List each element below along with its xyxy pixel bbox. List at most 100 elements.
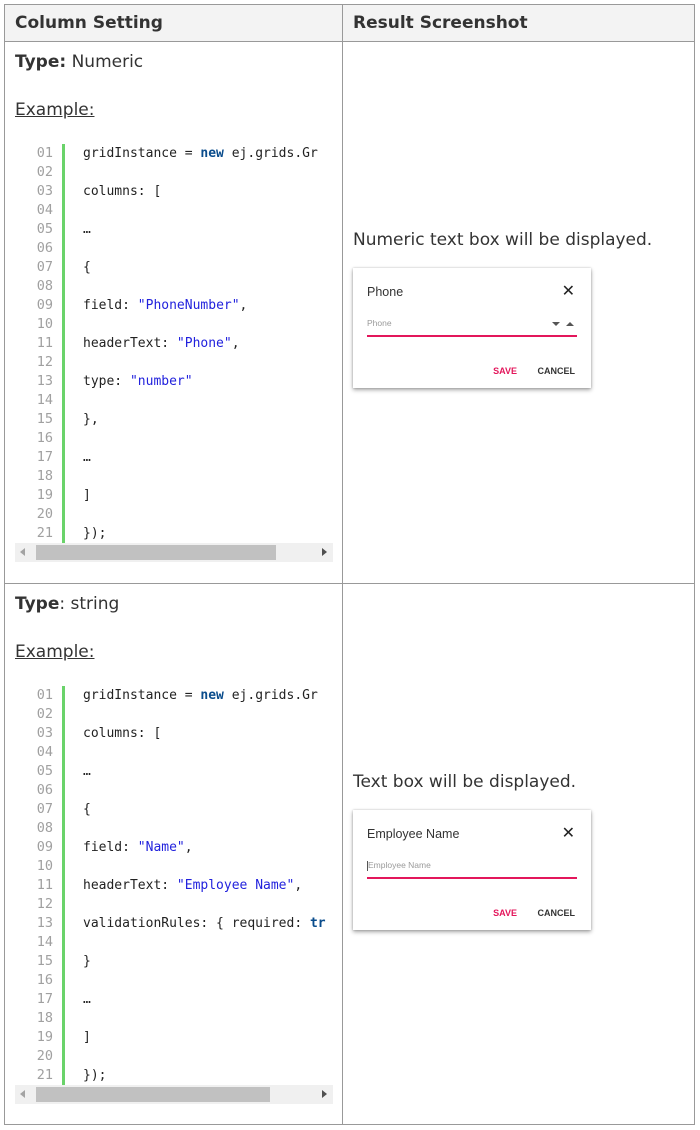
code-line: 01 gridInstance = new ej.grids.Gr: [15, 686, 333, 705]
code-text: field: "PhoneNumber",: [83, 298, 248, 313]
code-line: 04: [15, 743, 333, 762]
line-number: 05: [36, 763, 53, 779]
line-number: 06: [36, 240, 53, 256]
close-icon: ✕: [561, 825, 575, 842]
code-text: ]: [83, 1030, 91, 1045]
type-label: Type: [15, 594, 60, 614]
scroll-right-arrow-icon[interactable]: [322, 1090, 327, 1098]
code-line: 18: [15, 467, 333, 486]
example-label: Example:: [15, 100, 95, 120]
code-line: 16: [15, 971, 333, 990]
line-number: 04: [36, 744, 53, 760]
code-line: 19]: [15, 1028, 333, 1047]
table-row: Type: Numeric Example: 01 gridInstance = …: [5, 42, 694, 583]
line-number: 18: [36, 468, 53, 484]
textbox: Employee Name: [367, 858, 577, 879]
line-number: 09: [36, 839, 53, 855]
line-number: 19: [36, 1029, 53, 1045]
line-number: 08: [36, 820, 53, 836]
code-text: columns: [: [83, 726, 162, 741]
line-number: 19: [36, 487, 53, 503]
code-line: 20: [15, 1047, 333, 1066]
code-line: 09 field: "PhoneNumber",: [15, 296, 333, 315]
edit-dialog-preview: Phone ✕ Phone SAVE CANCEL: [353, 268, 591, 388]
result-description: Text box will be displayed.: [353, 772, 577, 792]
line-number: 12: [36, 896, 53, 912]
line-number: 20: [36, 506, 53, 522]
horizontal-scrollbar[interactable]: [15, 543, 333, 562]
header-result-screenshot: Result Screenshot: [353, 13, 528, 33]
line-number: 09: [36, 297, 53, 313]
line-number: 15: [36, 411, 53, 427]
code-text: }: [83, 954, 91, 969]
code-line: 07 {: [15, 258, 333, 277]
code-line: 02: [15, 705, 333, 724]
line-number: 07: [36, 259, 53, 275]
line-number: 07: [36, 801, 53, 817]
code-text: });: [83, 1068, 107, 1083]
code-line: 12: [15, 895, 333, 914]
save-button: SAVE: [493, 366, 517, 376]
line-number: 02: [36, 706, 53, 722]
line-number: 03: [36, 725, 53, 741]
line-number: 05: [36, 221, 53, 237]
code-line: 08: [15, 277, 333, 296]
code-line: 05…: [15, 220, 333, 239]
code-text: headerText: "Phone",: [83, 336, 240, 351]
code-line: 04: [15, 201, 333, 220]
textbox-placeholder: Phone: [367, 318, 392, 328]
code-lines: 01 gridInstance = new ej.grids.Gr 02 03 colu…: [15, 144, 333, 543]
textbox-placeholder: Employee Name: [368, 860, 431, 870]
code-line: 11 headerText: "Phone",: [15, 334, 333, 353]
code-line: 13 validationRules: { required: tr: [15, 914, 333, 933]
type-value: Numeric: [66, 52, 144, 72]
line-number: 16: [36, 430, 53, 446]
line-number: 18: [36, 1010, 53, 1026]
line-number: 17: [36, 449, 53, 465]
code-lines: 01 gridInstance = new ej.grids.Gr 02 03 colu…: [15, 686, 333, 1085]
code-line: 03 columns: [: [15, 182, 333, 201]
code-text: },: [83, 412, 99, 427]
scroll-left-arrow-icon[interactable]: [20, 548, 25, 556]
line-number: 17: [36, 991, 53, 1007]
scroll-left-arrow-icon[interactable]: [20, 1090, 25, 1098]
cancel-button: CANCEL: [537, 908, 576, 918]
line-number: 11: [36, 335, 53, 351]
line-number: 08: [36, 278, 53, 294]
line-number: 14: [36, 934, 53, 950]
scrollbar-thumb[interactable]: [36, 1087, 270, 1102]
line-number: 11: [36, 877, 53, 893]
code-text: …: [83, 764, 91, 779]
column-type-table: Column Setting Result Screenshot Type: N…: [4, 4, 695, 1125]
type-line: Type: Numeric: [15, 52, 143, 72]
code-line: 17…: [15, 448, 333, 467]
spin-down-icon: [552, 322, 560, 326]
code-line: 14: [15, 391, 333, 410]
dialog-title: Employee Name: [367, 827, 460, 841]
code-line: 09 field: "Name",: [15, 838, 333, 857]
numeric-textbox: Phone: [367, 316, 577, 337]
code-line: 19]: [15, 486, 333, 505]
code-line: 18: [15, 1009, 333, 1028]
code-text: gridInstance = new ej.grids.Gr: [83, 688, 318, 703]
example-label: Example:: [15, 642, 95, 662]
line-number: 13: [36, 373, 53, 389]
code-line: 15}: [15, 952, 333, 971]
line-number: 12: [36, 354, 53, 370]
type-line: Type: string: [15, 594, 119, 614]
code-text: columns: [: [83, 184, 162, 199]
code-text: {: [83, 260, 91, 275]
code-line: 10: [15, 857, 333, 876]
cancel-button: CANCEL: [537, 366, 576, 376]
scroll-right-arrow-icon[interactable]: [322, 548, 327, 556]
code-line: 06: [15, 239, 333, 258]
close-icon: ✕: [561, 283, 575, 300]
code-line: 20: [15, 505, 333, 524]
line-number: 02: [36, 164, 53, 180]
horizontal-scrollbar[interactable]: [15, 1085, 333, 1104]
code-text: gridInstance = new ej.grids.Gr: [83, 146, 318, 161]
scrollbar-thumb[interactable]: [36, 545, 276, 560]
code-line: 12: [15, 353, 333, 372]
code-line: 08: [15, 819, 333, 838]
line-number: 15: [36, 953, 53, 969]
